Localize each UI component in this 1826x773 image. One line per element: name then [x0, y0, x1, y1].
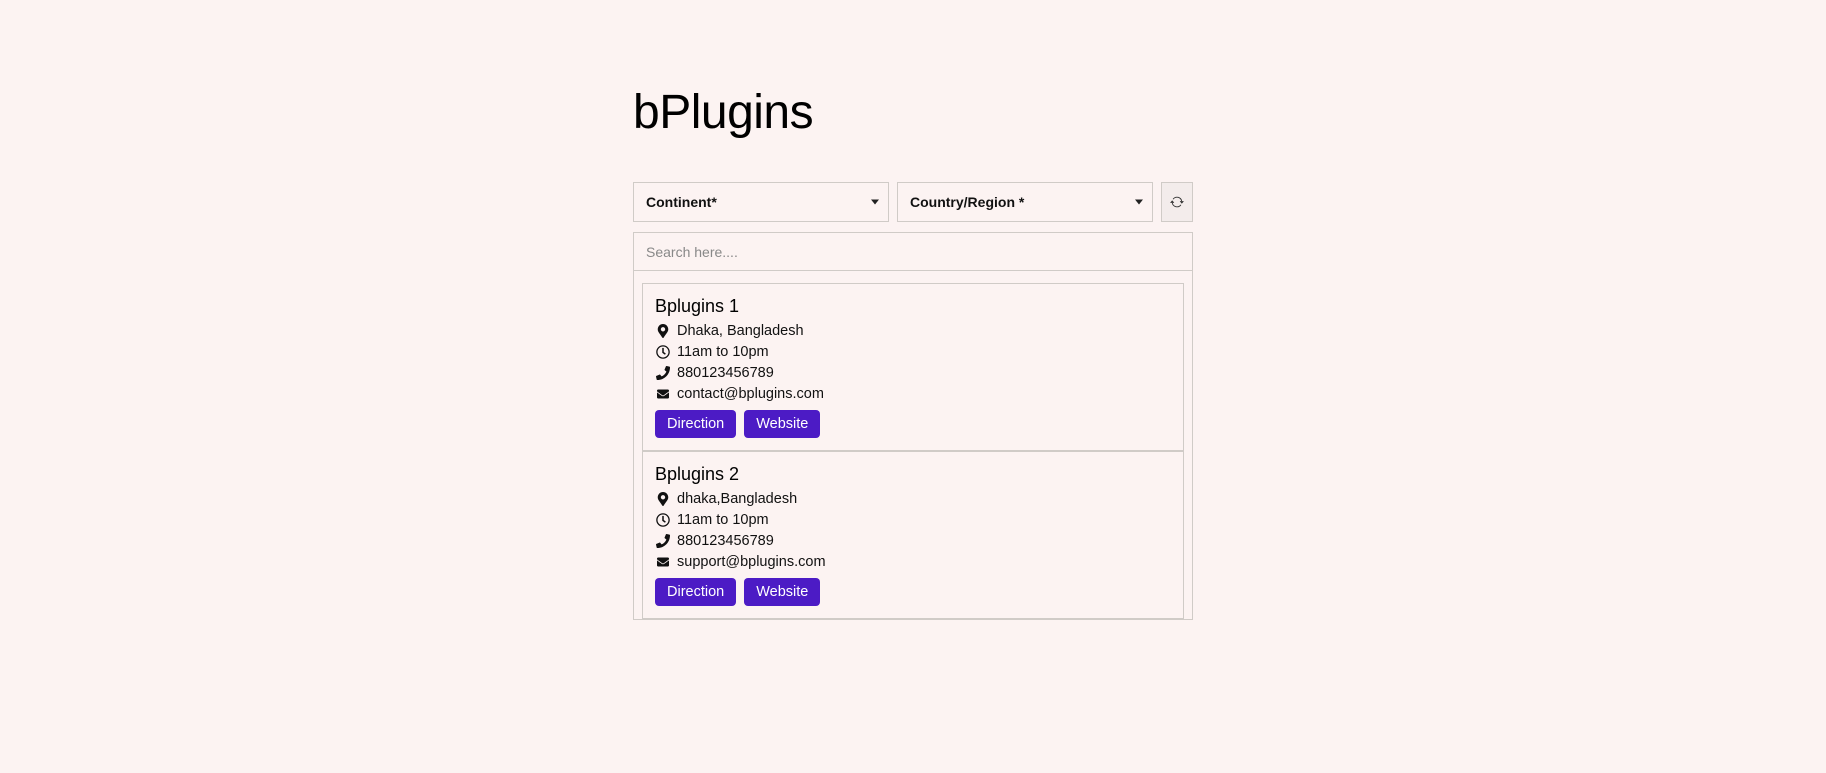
address-text: Dhaka, Bangladesh [677, 323, 804, 339]
phone-text: 880123456789 [677, 365, 774, 381]
results-container: Bplugins 1 Dhaka, Bangladesh 11am to 10p… [633, 232, 1193, 620]
direction-button[interactable]: Direction [655, 410, 736, 438]
phone-text: 880123456789 [677, 533, 774, 549]
store-name: Bplugins 1 [655, 296, 1171, 317]
store-card: Bplugins 2 dhaka,Bangladesh 11am to 10pm [642, 451, 1184, 619]
filter-row: Continent* Country/Region * [633, 182, 1193, 222]
page-title: bPlugins [633, 85, 1193, 140]
hours-row: 11am to 10pm [655, 342, 1171, 362]
email-row: contact@bplugins.com [655, 384, 1171, 404]
website-button[interactable]: Website [744, 578, 820, 606]
cards-list[interactable]: Bplugins 1 Dhaka, Bangladesh 11am to 10p… [634, 271, 1192, 619]
card-buttons: Direction Website [655, 578, 1171, 606]
country-select-wrapper: Country/Region * [897, 182, 1153, 222]
clock-icon [655, 344, 671, 360]
location-icon [655, 491, 671, 507]
phone-row: 880123456789 [655, 363, 1171, 383]
website-button[interactable]: Website [744, 410, 820, 438]
address-text: dhaka,Bangladesh [677, 491, 797, 507]
store-name: Bplugins 2 [655, 464, 1171, 485]
card-buttons: Direction Website [655, 410, 1171, 438]
email-row: support@bplugins.com [655, 552, 1171, 572]
clock-icon [655, 512, 671, 528]
continent-select[interactable]: Continent* [633, 182, 889, 222]
hours-text: 11am to 10pm [677, 344, 769, 360]
address-row: dhaka,Bangladesh [655, 489, 1171, 509]
store-card: Bplugins 1 Dhaka, Bangladesh 11am to 10p… [642, 283, 1184, 451]
email-icon [655, 386, 671, 402]
email-icon [655, 554, 671, 570]
country-select[interactable]: Country/Region * [897, 182, 1153, 222]
location-icon [655, 323, 671, 339]
email-text: contact@bplugins.com [677, 386, 824, 402]
email-text: support@bplugins.com [677, 554, 826, 570]
hours-row: 11am to 10pm [655, 510, 1171, 530]
refresh-button[interactable] [1161, 182, 1193, 222]
hours-text: 11am to 10pm [677, 512, 769, 528]
phone-row: 880123456789 [655, 531, 1171, 551]
phone-icon [655, 533, 671, 549]
refresh-icon [1169, 194, 1185, 210]
continent-select-wrapper: Continent* [633, 182, 889, 222]
direction-button[interactable]: Direction [655, 578, 736, 606]
search-input[interactable] [634, 233, 1192, 271]
phone-icon [655, 365, 671, 381]
address-row: Dhaka, Bangladesh [655, 321, 1171, 341]
